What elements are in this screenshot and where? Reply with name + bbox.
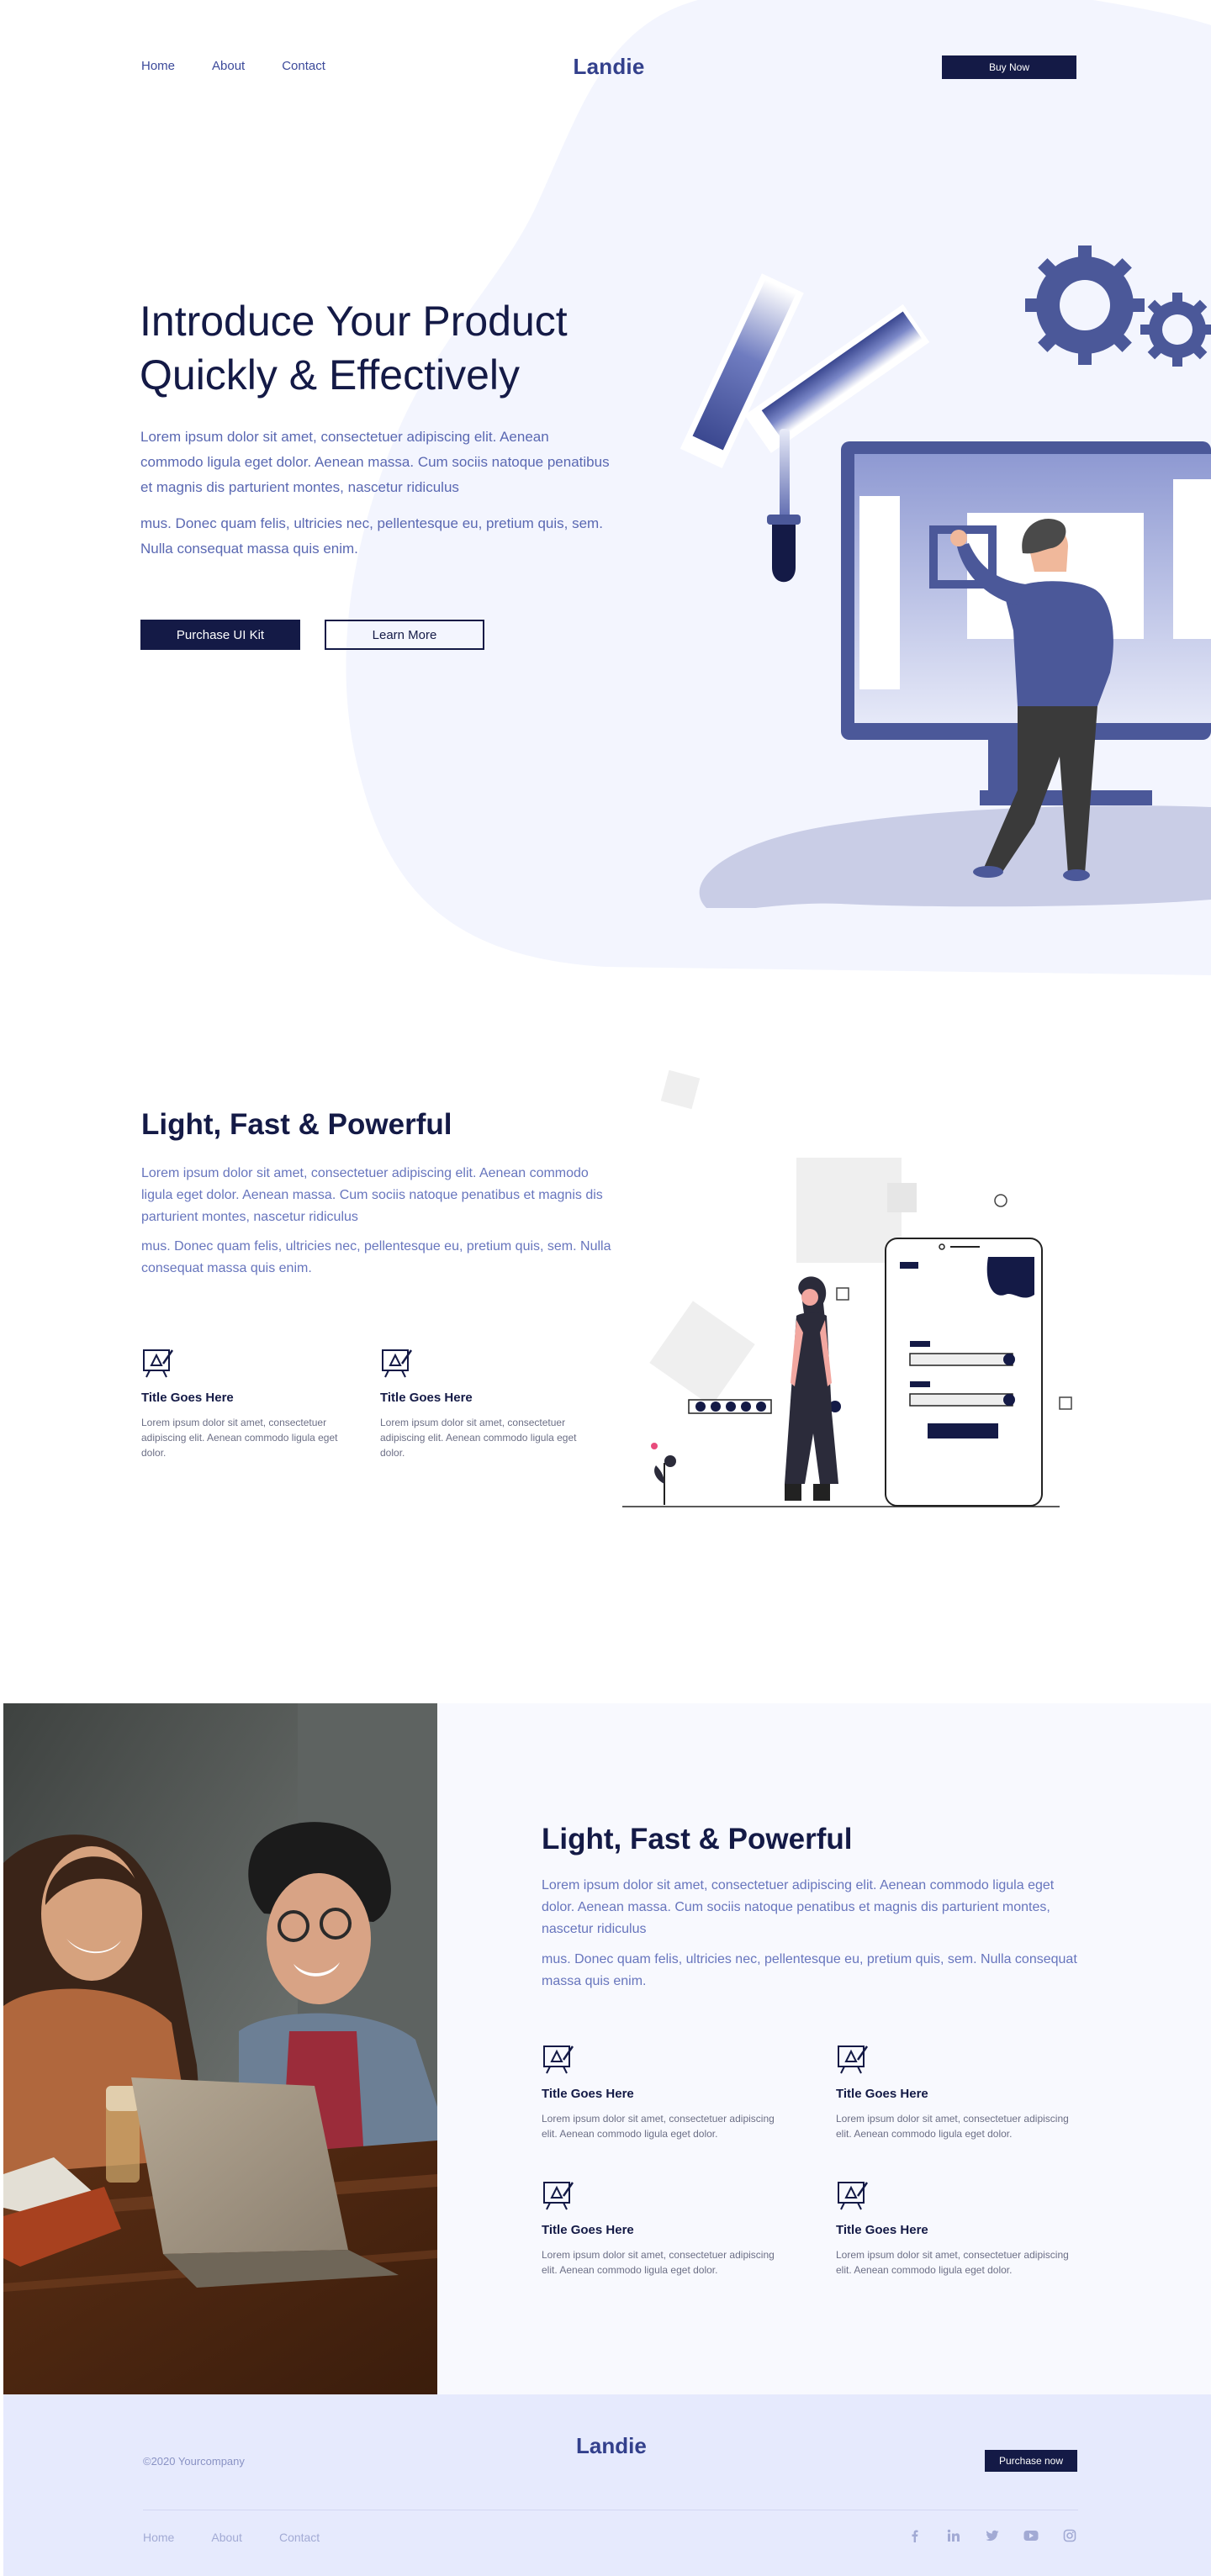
linkedin-icon[interactable] xyxy=(945,2527,962,2544)
top-navigation: Home About Contact Landie Buy Now xyxy=(141,54,1076,81)
feature-description: Lorem ipsum dolor sit amet, consectetuer… xyxy=(836,2113,1069,2140)
section-2-paragraph-2: mus. Donec quam felis, ultricies nec, pe… xyxy=(141,1239,611,1275)
feature-title: Title Goes Here xyxy=(380,1391,473,1405)
design-board-icon xyxy=(543,2045,574,2074)
feature-card: Title Goes Here Lorem ipsum dolor sit am… xyxy=(836,2177,1080,2278)
feature-card: Title Goes Here Lorem ipsum dolor sit am… xyxy=(380,1345,590,1460)
feature-title: Title Goes Here xyxy=(836,2087,928,2101)
learn-more-button[interactable]: Learn More xyxy=(325,620,484,650)
hero-title: Introduce Your Product Quickly & Effecti… xyxy=(140,294,644,402)
design-board-icon xyxy=(838,2045,869,2074)
footer-link-home[interactable]: Home xyxy=(143,2531,174,2544)
twitter-icon[interactable] xyxy=(984,2527,1001,2544)
design-board-icon xyxy=(382,1349,413,1378)
nav-link-about[interactable]: About xyxy=(212,59,245,73)
mobile-app-illustration xyxy=(622,1069,1072,1507)
hero-title-line-2: Quickly & Effectively xyxy=(140,351,521,399)
facebook-icon[interactable] xyxy=(907,2527,923,2544)
footer-links: Home About Contact xyxy=(143,2531,320,2544)
section-3-title: Light, Fast & Powerful xyxy=(542,1823,853,1855)
feature-description: Lorem ipsum dolor sit amet, consectetuer… xyxy=(141,1417,338,1459)
feature-title: Title Goes Here xyxy=(542,2087,634,2101)
feature-title: Title Goes Here xyxy=(542,2223,634,2237)
footer-logo[interactable]: Landie xyxy=(576,2433,647,2459)
hero-illustration xyxy=(680,245,1211,908)
section-3-paragraph-2: mus. Donec quam felis, ultricies nec, pe… xyxy=(542,1952,1077,1988)
instagram-icon[interactable] xyxy=(1061,2527,1078,2544)
nav-links: Home About Contact xyxy=(141,59,325,73)
hero-paragraph-1: Lorem ipsum dolor sit amet, consectetuer… xyxy=(140,429,610,495)
footer-link-contact[interactable]: Contact xyxy=(279,2531,320,2544)
design-board-icon xyxy=(143,1349,174,1378)
section-2-title: Light, Fast & Powerful xyxy=(141,1108,452,1141)
feature-description: Lorem ipsum dolor sit amet, consectetuer… xyxy=(380,1417,577,1459)
feature-card: Title Goes Here Lorem ipsum dolor sit am… xyxy=(542,2041,785,2141)
nav-link-contact[interactable]: Contact xyxy=(282,59,325,73)
feature-title: Title Goes Here xyxy=(141,1391,234,1405)
feature-card: Title Goes Here Lorem ipsum dolor sit am… xyxy=(542,2177,785,2278)
social-links xyxy=(907,2527,1078,2544)
footer-copyright: ©2020 Yourcompany xyxy=(143,2455,245,2468)
team-photo xyxy=(3,1703,437,2394)
hero-title-line-1: Introduce Your Product xyxy=(140,298,568,345)
feature-card: Title Goes Here Lorem ipsum dolor sit am… xyxy=(141,1345,352,1460)
section-2-paragraph-1: Lorem ipsum dolor sit amet, consectetuer… xyxy=(141,1166,603,1224)
buy-now-button[interactable]: Buy Now xyxy=(942,55,1076,79)
footer-link-about[interactable]: About xyxy=(211,2531,242,2544)
design-board-icon xyxy=(838,2182,869,2210)
brand-logo[interactable]: Landie xyxy=(574,54,645,80)
landing-page: Home About Contact Landie Buy Now Introd… xyxy=(0,0,1211,2576)
feature-description: Lorem ipsum dolor sit amet, consectetuer… xyxy=(836,2249,1069,2276)
design-board-icon xyxy=(543,2182,574,2210)
feature-description: Lorem ipsum dolor sit amet, consectetuer… xyxy=(542,2249,775,2276)
purchase-now-button[interactable]: Purchase now xyxy=(985,2450,1077,2472)
nav-link-home[interactable]: Home xyxy=(141,59,175,73)
feature-description: Lorem ipsum dolor sit amet, consectetuer… xyxy=(542,2113,775,2140)
color-swatch-illustration xyxy=(680,273,930,468)
youtube-icon[interactable] xyxy=(1023,2527,1039,2544)
feature-card: Title Goes Here Lorem ipsum dolor sit am… xyxy=(836,2041,1080,2141)
footer: ©2020 Yourcompany Landie Purchase now Ho… xyxy=(3,2394,1211,2576)
purchase-ui-kit-button[interactable]: Purchase UI Kit xyxy=(140,620,300,650)
section-3-paragraph-1: Lorem ipsum dolor sit amet, consectetuer… xyxy=(542,1878,1055,1936)
feature-title: Title Goes Here xyxy=(836,2223,928,2237)
gear-icon xyxy=(1025,245,1211,367)
hero-paragraph-2: mus. Donec quam felis, ultricies nec, pe… xyxy=(140,515,603,557)
